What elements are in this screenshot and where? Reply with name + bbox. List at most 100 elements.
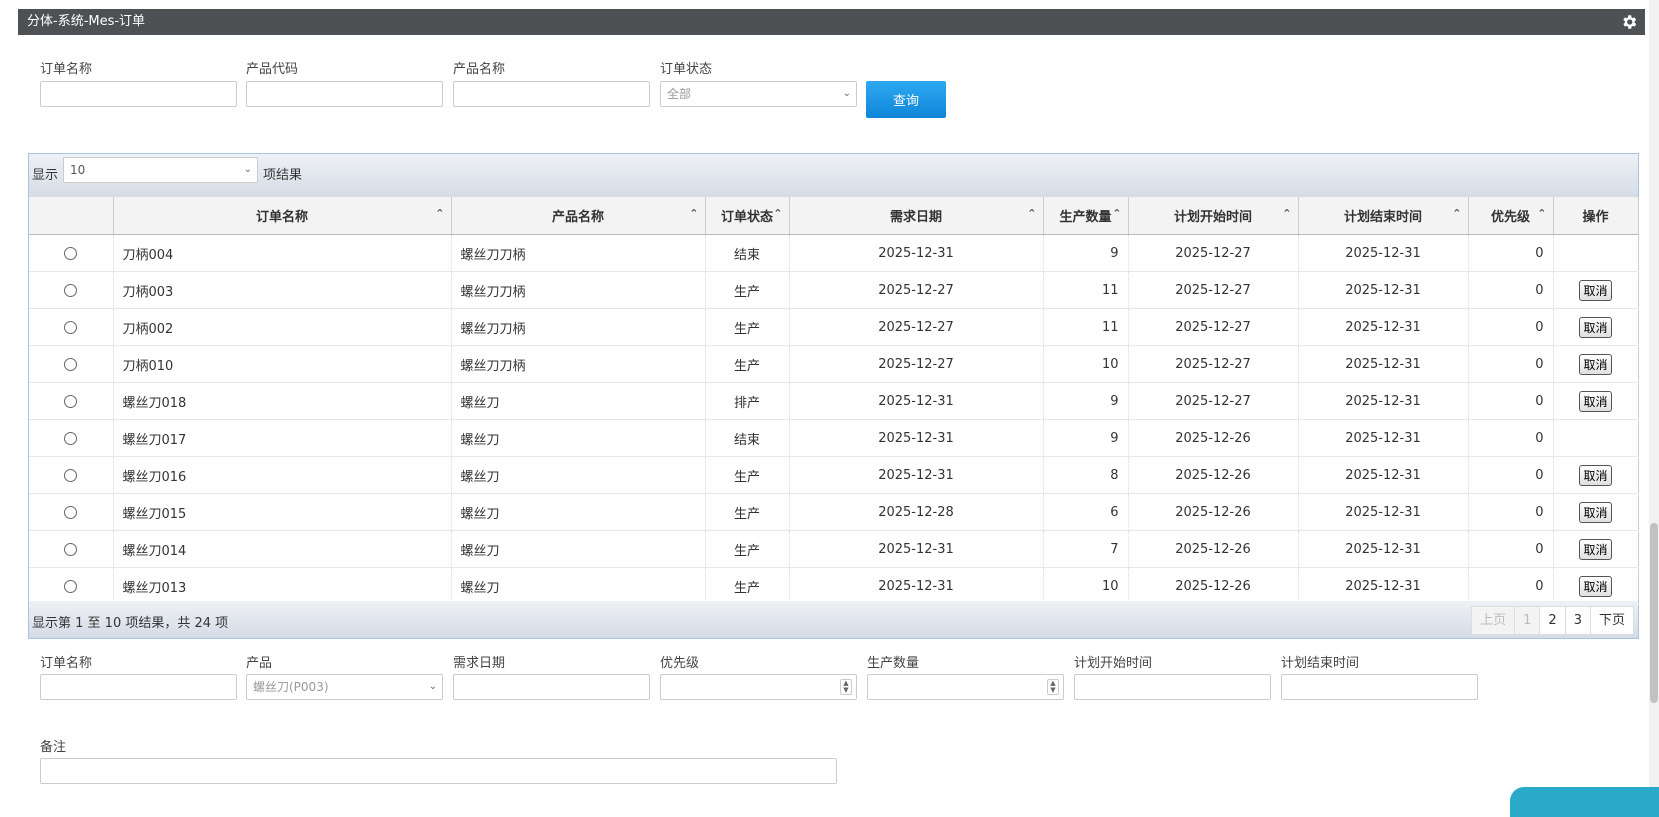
form-remark-label: 备注	[40, 740, 67, 755]
scrollbar-thumb[interactable]	[1650, 523, 1658, 703]
cell-order-name: 刀柄003	[113, 271, 452, 309]
gear-icon[interactable]	[1620, 13, 1638, 31]
order-status-select[interactable]: 全部 ⌄	[660, 81, 857, 107]
cell-action: 取消	[1553, 345, 1639, 383]
next-page-button[interactable]: 下页	[1589, 606, 1634, 635]
search-product-code-input[interactable]	[246, 81, 443, 107]
col-start-header[interactable]: 计划开始时间 ⌃	[1128, 197, 1299, 235]
sort-icon: ⌃	[1027, 207, 1037, 220]
cell-select	[29, 271, 114, 309]
cell-order-name: 螺丝刀017	[113, 419, 452, 457]
table-row[interactable]: 螺丝刀014 螺丝刀 生产 2025-12-31 7 2025-12-26 2025-12-…	[29, 530, 1639, 568]
search-product-name-input[interactable]	[453, 81, 650, 107]
col-select-header	[29, 197, 114, 235]
cancel-button[interactable]: 取消	[1579, 353, 1612, 375]
form-end-input[interactable]	[1281, 674, 1478, 700]
cell-action: 取消	[1553, 456, 1639, 494]
page-scrollbar[interactable]	[1649, 0, 1659, 806]
cancel-button[interactable]: 取消	[1579, 575, 1612, 597]
cell-select	[29, 456, 114, 494]
form-start-input[interactable]	[1074, 674, 1271, 700]
table-row[interactable]: 螺丝刀013 螺丝刀 生产 2025-12-31 10 2025-12-26 2025-12…	[29, 567, 1639, 605]
form-remark-input[interactable]	[40, 758, 837, 784]
stepper-arrows-icon[interactable]: ▲ ▼	[1047, 679, 1059, 695]
page-size-select[interactable]: 10 ⌄	[63, 157, 258, 183]
cell-end-date: 2025-12-31	[1298, 530, 1469, 568]
cell-end-date: 2025-12-31	[1298, 493, 1469, 531]
cell-status: 生产	[705, 530, 790, 568]
cell-order-name: 刀柄004	[113, 234, 452, 272]
cell-product-name: 螺丝刀	[451, 419, 706, 457]
cell-order-name: 螺丝刀018	[113, 382, 452, 420]
sort-icon: ⌃	[1452, 207, 1462, 220]
prev-page-button[interactable]: 上页	[1471, 606, 1516, 635]
col-demand-date-header[interactable]: 需求日期 ⌃	[789, 197, 1044, 235]
cell-status: 生产	[705, 308, 790, 346]
cell-status: 生产	[705, 567, 790, 605]
cancel-button[interactable]: 取消	[1579, 390, 1612, 412]
table-row[interactable]: 刀柄002 螺丝刀刀柄 生产 2025-12-27 11 2025-12-27 2025-1…	[29, 308, 1639, 346]
table-row[interactable]: 螺丝刀018 螺丝刀 排产 2025-12-31 9 2025-12-27 2025-12-…	[29, 382, 1639, 420]
col-product-name-header[interactable]: 产品名称 ⌃	[451, 197, 706, 235]
cell-priority: 0	[1468, 419, 1554, 457]
stepper-arrows-icon[interactable]: ▲ ▼	[840, 679, 852, 695]
table-row[interactable]: 螺丝刀017 螺丝刀 结束 2025-12-31 9 2025-12-26 2025-12-…	[29, 419, 1639, 457]
col-order-name-header[interactable]: 订单名称 ⌃	[113, 197, 452, 235]
cell-end-date: 2025-12-31	[1298, 382, 1469, 420]
table-row[interactable]: 螺丝刀015 螺丝刀 生产 2025-12-28 6 2025-12-26 2025-12-…	[29, 493, 1639, 531]
cell-action	[1553, 419, 1639, 457]
chevron-down-icon: ⌄	[428, 681, 437, 692]
cancel-button[interactable]: 取消	[1579, 538, 1612, 560]
page-1-button[interactable]: 1	[1514, 606, 1541, 635]
cell-status: 结束	[705, 419, 790, 457]
row-radio[interactable]	[64, 505, 78, 519]
col-status-header[interactable]: 订单状态 ⌃	[705, 197, 790, 235]
form-priority-stepper[interactable]: ▲ ▼	[660, 674, 857, 700]
row-radio[interactable]	[64, 431, 78, 445]
cell-order-name: 螺丝刀016	[113, 456, 452, 494]
query-button[interactable]: 查询	[866, 81, 946, 118]
cancel-button[interactable]: 取消	[1579, 464, 1612, 486]
grid-toolbar: 显示 10 ⌄ 项结果	[29, 154, 1638, 197]
table-row[interactable]: 刀柄004 螺丝刀刀柄 结束 2025-12-31 9 2025-12-27 2025-12…	[29, 234, 1639, 272]
search-product-code-label: 产品代码	[246, 62, 299, 77]
form-priority-label: 优先级	[660, 656, 700, 671]
row-radio[interactable]	[64, 542, 78, 556]
page-3-button[interactable]: 3	[1564, 606, 1591, 635]
cell-demand-date: 2025-12-31	[789, 419, 1044, 457]
row-radio[interactable]	[64, 468, 78, 482]
cell-status: 生产	[705, 345, 790, 383]
cell-product-name: 螺丝刀	[451, 493, 706, 531]
table-row[interactable]: 螺丝刀016 螺丝刀 生产 2025-12-31 8 2025-12-26 2025-12-…	[29, 456, 1639, 494]
row-radio[interactable]	[64, 357, 78, 371]
cell-end-date: 2025-12-31	[1298, 271, 1469, 309]
table-row[interactable]: 刀柄010 螺丝刀刀柄 生产 2025-12-27 10 2025-12-27 2025-1…	[29, 345, 1639, 383]
cell-priority: 0	[1468, 382, 1554, 420]
form-order-name-input[interactable]	[40, 674, 237, 700]
cell-order-name: 螺丝刀013	[113, 567, 452, 605]
sort-icon: ⌃	[1112, 207, 1122, 220]
page-2-button[interactable]: 2	[1539, 606, 1566, 635]
row-radio[interactable]	[64, 246, 78, 260]
form-demand-date-input[interactable]	[453, 674, 650, 700]
row-radio[interactable]	[64, 579, 78, 593]
form-qty-stepper[interactable]: ▲ ▼	[867, 674, 1064, 700]
cancel-button[interactable]: 取消	[1579, 501, 1612, 523]
form-product-select[interactable]: 螺丝刀(P003) ⌄	[246, 674, 443, 700]
col-qty-header[interactable]: 生产数量 ⌃	[1043, 197, 1129, 235]
table-row[interactable]: 刀柄003 螺丝刀刀柄 生产 2025-12-27 11 2025-12-27 2025-1…	[29, 271, 1639, 309]
row-radio[interactable]	[64, 394, 78, 408]
col-priority-header[interactable]: 优先级 ⌃	[1468, 197, 1554, 235]
cancel-button[interactable]: 取消	[1579, 279, 1612, 301]
cancel-button[interactable]: 取消	[1579, 316, 1612, 338]
cell-qty: 10	[1043, 567, 1129, 605]
row-radio[interactable]	[64, 320, 78, 334]
cell-priority: 0	[1468, 345, 1554, 383]
chevron-down-icon: ⌄	[243, 164, 252, 175]
form-product-label: 产品	[246, 656, 273, 671]
row-radio[interactable]	[64, 283, 78, 297]
col-end-header[interactable]: 计划结束时间 ⌃	[1298, 197, 1469, 235]
search-order-name-input[interactable]	[40, 81, 237, 107]
col-action-header: 操作	[1553, 197, 1639, 235]
chat-widget[interactable]	[1510, 787, 1659, 817]
